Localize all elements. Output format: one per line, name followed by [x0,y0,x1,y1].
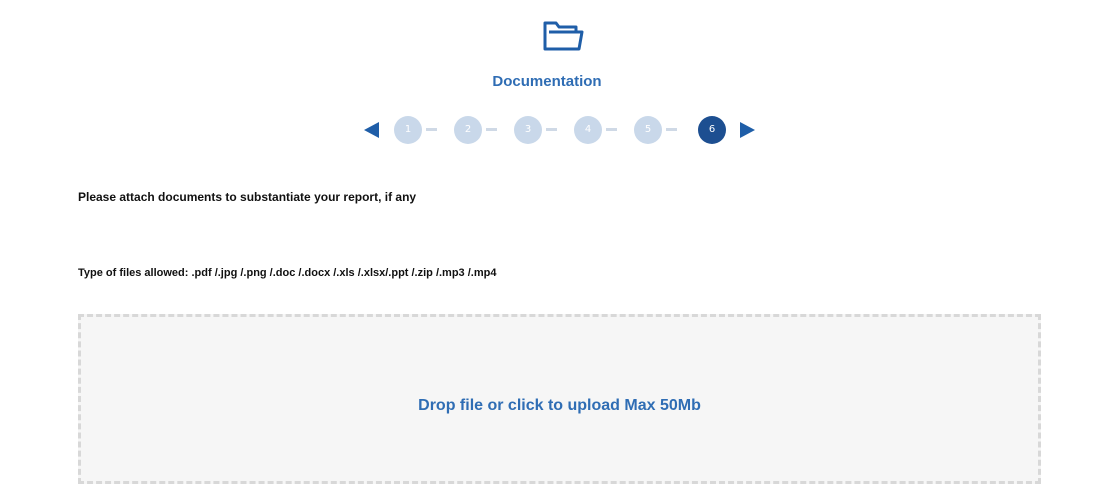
step-connector [606,128,617,131]
step-2[interactable]: 2 [454,116,482,144]
step-connector [666,128,677,131]
step-indicator: 1 2 3 4 5 6 [364,114,764,146]
allowed-file-types: Type of files allowed: .pdf /.jpg /.png … [78,267,497,279]
step-connector [546,128,557,131]
dropzone-label[interactable]: Drop file or click to upload Max 50Mb [81,397,1038,415]
step-connector [426,128,437,131]
step-6-active[interactable]: 6 [698,116,726,144]
step-5[interactable]: 5 [634,116,662,144]
step-connector [486,128,497,131]
file-dropzone[interactable]: Drop file or click to upload Max 50Mb [78,314,1041,484]
arrow-right-icon[interactable] [740,122,755,138]
arrow-left-icon[interactable] [364,122,379,138]
step-4[interactable]: 4 [574,116,602,144]
step-3[interactable]: 3 [514,116,542,144]
step-1[interactable]: 1 [394,116,422,144]
folder-icon [543,21,584,51]
attach-instruction: Please attach documents to substantiate … [78,190,417,204]
section-title: Documentation [492,73,602,90]
documentation-page: Documentation 1 2 3 4 5 6 Please attach … [0,0,1094,490]
